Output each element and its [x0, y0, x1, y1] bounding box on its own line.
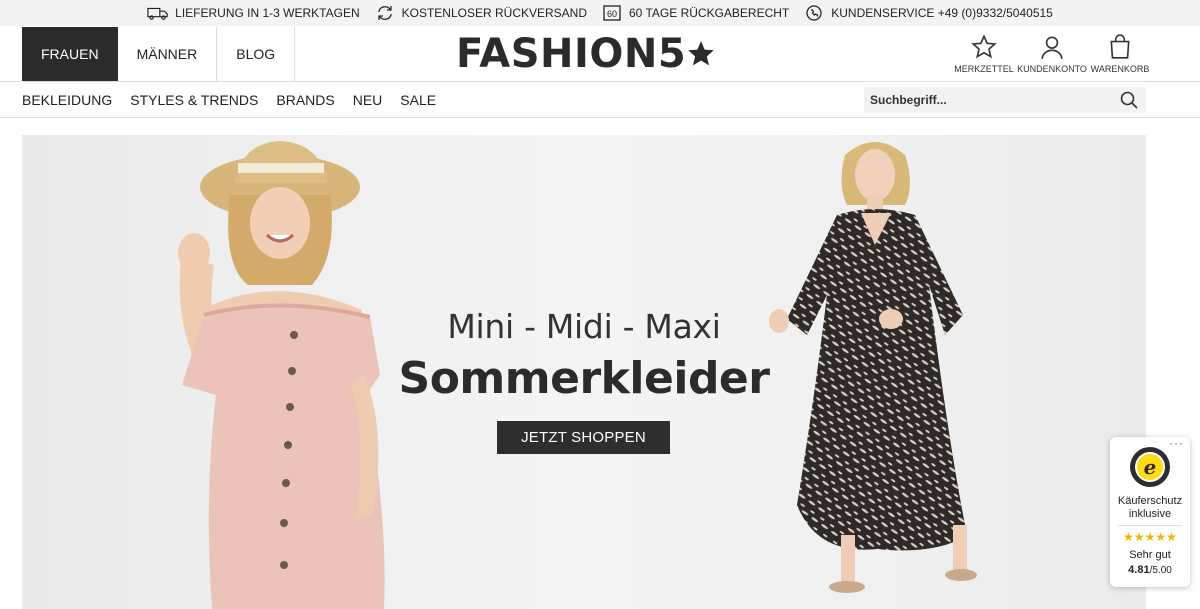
badge-divider: [1118, 525, 1182, 526]
cart-label: WARENKORB: [1090, 64, 1150, 74]
shopping-bag-icon: [1110, 34, 1130, 59]
category-nav: BEKLEIDUNG STYLES & TRENDS BRANDS NEU SA…: [0, 82, 1200, 118]
usp-service-text[interactable]: KUNDENSERVICE +49 (0)9332/5040515: [831, 6, 1053, 20]
tab-blog[interactable]: BLOG: [217, 27, 296, 81]
nav-item-neu[interactable]: NEU: [353, 92, 383, 108]
nav-item-styles-trends[interactable]: STYLES & TRENDS: [130, 92, 258, 108]
usp-returns: KOSTENLOSER RÜCKVERSAND: [374, 5, 587, 21]
return-arrows-icon: [374, 5, 396, 21]
star-icon: [971, 34, 997, 59]
gender-tabs: FRAUEN MÄNNER BLOG: [22, 27, 296, 81]
usp-delivery: LIEFERUNG IN 1-3 WERKTAGEN: [147, 5, 360, 21]
rating-score-value: 4.81: [1128, 564, 1150, 576]
hero-title: Sommerkleider: [398, 353, 770, 404]
header-actions: MERKZETTEL KUNDENKONTO WARENKORB: [954, 34, 1149, 74]
rating-score-max: /5.00: [1149, 565, 1172, 576]
account-label: KUNDENKONTO: [1017, 64, 1087, 74]
usp-return-period: 60 60 TAGE RÜCKGABERECHT: [601, 5, 789, 21]
hero-banner[interactable]: Mini - Midi - Maxi Sommerkleider JETZT S…: [22, 135, 1146, 609]
logo-text: FASHION5: [456, 31, 687, 77]
rating-score: 4.81/5.00: [1110, 564, 1190, 576]
search-button[interactable]: [1114, 87, 1144, 113]
60-days-icon: 60: [601, 5, 623, 21]
buyer-protection-text: Käuferschutz inklusive: [1110, 495, 1190, 521]
user-icon: [1041, 36, 1063, 60]
rating-grade: Sehr gut: [1129, 549, 1171, 561]
search-input[interactable]: [864, 87, 1114, 113]
hero-subtitle: Mini - Midi - Maxi: [447, 307, 721, 346]
tab-frauen[interactable]: FRAUEN: [22, 27, 118, 81]
tab-maenner[interactable]: MÄNNER: [118, 27, 218, 81]
usp-returns-text: KOSTENLOSER RÜCKVERSAND: [401, 6, 587, 20]
main-header: FRAUEN MÄNNER BLOG FASHION5 MERKZETTEL K…: [0, 26, 1200, 82]
brand-logo[interactable]: FASHION5: [456, 31, 715, 77]
usp-return-period-text: 60 TAGE RÜCKGABERECHT: [629, 6, 790, 20]
protection-line-1: Käuferschutz: [1117, 495, 1183, 507]
nav-item-bekleidung[interactable]: BEKLEIDUNG: [22, 92, 112, 108]
trust-seal-icon: e: [1130, 447, 1170, 487]
protection-line-2: inklusive: [1128, 508, 1172, 520]
shop-now-button[interactable]: JETZT SHOPPEN: [497, 421, 670, 454]
wishlist-label: MERKZETTEL: [954, 64, 1014, 74]
logo-star-icon: [688, 41, 715, 66]
phone-chat-icon: [803, 5, 825, 21]
usp-service: KUNDENSERVICE +49 (0)9332/5040515: [803, 5, 1053, 21]
trust-badge[interactable]: ··· e Käuferschutz inklusive ★★★★★ Sehr …: [1110, 436, 1190, 587]
nav-item-brands[interactable]: BRANDS: [276, 92, 334, 108]
usp-bar: LIEFERUNG IN 1-3 WERKTAGEN KOSTENLOSER R…: [0, 0, 1200, 26]
delivery-truck-icon: [147, 5, 169, 21]
svg-text:e: e: [1144, 455, 1157, 479]
account-button[interactable]: KUNDENKONTO: [1017, 34, 1087, 74]
nav-item-sale[interactable]: SALE: [400, 92, 436, 108]
more-options-icon[interactable]: ···: [1169, 436, 1184, 450]
cart-button[interactable]: WARENKORB: [1091, 34, 1149, 74]
svg-text:60: 60: [607, 9, 617, 19]
rating-stars: ★★★★★: [1123, 530, 1177, 544]
usp-delivery-text: LIEFERUNG IN 1-3 WERKTAGEN: [175, 6, 360, 20]
search-box: [864, 87, 1146, 113]
category-list: BEKLEIDUNG STYLES & TRENDS BRANDS NEU SA…: [22, 82, 436, 118]
wishlist-button[interactable]: MERKZETTEL: [954, 34, 1014, 74]
search-icon: [1120, 91, 1138, 109]
